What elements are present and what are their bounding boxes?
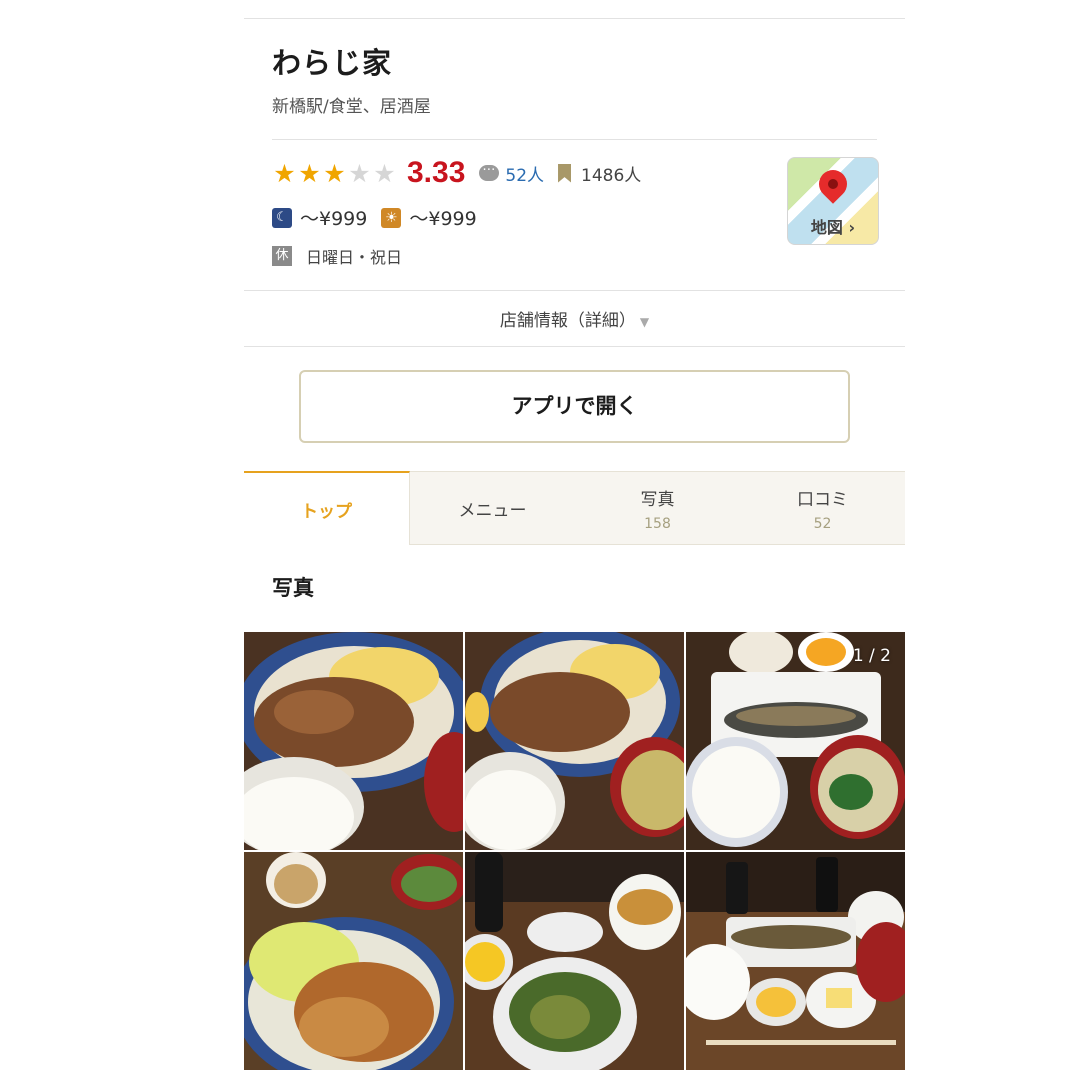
- star-icon: ★: [373, 158, 396, 188]
- rating-score: 3.33: [407, 156, 466, 189]
- tab-reviews[interactable]: 口コミ 52: [740, 471, 905, 545]
- star-rating: ★ ★ ★ ★ ★: [272, 161, 397, 186]
- map-label: 地図 ›: [810, 218, 856, 237]
- food-photo: [244, 852, 463, 1070]
- photo-thumbnail[interactable]: [244, 852, 463, 1070]
- shop-genre: 新橋駅/食堂、居酒屋: [272, 97, 431, 117]
- store-detail-link[interactable]: 店舗情報（詳細） ▼: [244, 306, 905, 331]
- price-row: ☾ ～¥999 ☀ ～¥999: [272, 204, 491, 231]
- tab-top[interactable]: トップ: [244, 471, 410, 545]
- holiday-text: 日曜日・祝日: [306, 248, 403, 267]
- tab-label: 写真: [640, 489, 675, 510]
- tab-photos[interactable]: 写真 158: [575, 471, 740, 545]
- tab-count: 52: [813, 515, 832, 532]
- dinner-price: ～¥999: [300, 208, 368, 230]
- moon-icon: ☾: [272, 207, 292, 228]
- comment-icon: [479, 159, 500, 181]
- rating-row: ★ ★ ★ ★ ★ 3.33 52人 1486人: [272, 154, 641, 192]
- tab-label: トップ: [301, 501, 352, 522]
- photo-grid: 1 / 2: [244, 632, 905, 1072]
- food-photo: [465, 852, 684, 1070]
- bookmark-icon: [558, 163, 572, 183]
- holiday-row: 休 日曜日・祝日: [272, 244, 402, 268]
- tab-count: 158: [644, 515, 671, 532]
- photo-thumbnail[interactable]: [465, 632, 684, 850]
- open-in-app-button[interactable]: アプリで開く: [299, 370, 850, 443]
- bookmark-count: 1486人: [581, 165, 642, 186]
- divider: [244, 346, 905, 347]
- sun-icon: ☀: [381, 207, 402, 228]
- shop-panel: わらじ家 新橋駅/食堂、居酒屋 ★ ★ ★ ★ ★ 3.33 52人 1486人…: [244, 0, 905, 1080]
- photo-thumbnail[interactable]: [686, 852, 905, 1070]
- map-button[interactable]: 地図 ›: [787, 157, 879, 245]
- star-icon: ★: [348, 158, 371, 188]
- caret-down-icon: ▼: [639, 315, 650, 329]
- star-icon: ★: [273, 158, 296, 188]
- food-photo: [686, 852, 905, 1070]
- tab-bar: トップ メニュー 写真 158 口コミ 52: [244, 471, 905, 545]
- food-photo: [465, 632, 684, 850]
- lunch-price: ～¥999: [409, 208, 477, 230]
- divider: [244, 290, 905, 291]
- tab-label: メニュー: [458, 500, 527, 521]
- photo-thumbnail[interactable]: [465, 852, 684, 1070]
- star-icon: ★: [323, 158, 346, 188]
- tab-label: 口コミ: [797, 489, 848, 510]
- photo-thumbnail[interactable]: [244, 632, 463, 850]
- star-icon: ★: [298, 158, 321, 188]
- photo-counter: 1 / 2: [852, 646, 891, 666]
- top-divider: [244, 18, 905, 19]
- review-count-link[interactable]: 52人: [505, 161, 544, 186]
- map-pin-icon: [813, 164, 853, 204]
- tab-menu[interactable]: メニュー: [410, 471, 575, 545]
- shop-name: わらじ家: [272, 46, 393, 80]
- food-photo: [244, 632, 463, 850]
- divider: [272, 139, 877, 140]
- store-detail-label: 店舗情報（詳細）: [499, 311, 636, 331]
- photos-section-title: 写真: [272, 576, 314, 600]
- holiday-badge: 休: [272, 246, 292, 266]
- photo-thumbnail[interactable]: 1 / 2: [686, 632, 905, 850]
